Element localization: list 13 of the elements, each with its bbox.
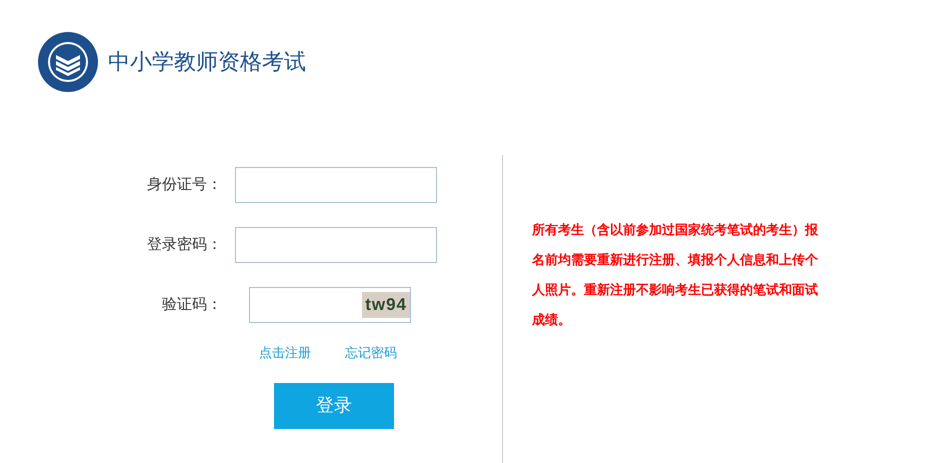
field-label: 登录密码： (146, 234, 222, 255)
field-label: 身份证号： (146, 174, 222, 195)
forgot-password-link[interactable]: 忘记密码 (345, 343, 397, 362)
logo-icon (36, 31, 100, 93)
notice-text: 所有考生（含以前参加过国家统考笔试的考生）报名前均需要重新进行注册、填报个人信息和上传个人照片。重新注册不影响考生已获得的笔试和面试成绩。 (532, 221, 819, 329)
site-title: 中小学教师资格考试 (108, 48, 306, 76)
field-label: 验证码： (161, 294, 222, 315)
password-field[interactable] (235, 227, 437, 263)
captcha-image[interactable]: tw94 (362, 292, 410, 318)
captcha-field[interactable]: tw94 (249, 287, 411, 323)
login-button[interactable]: 登录 (274, 382, 394, 428)
register-link[interactable]: 点击注册 (259, 343, 311, 362)
id-number-field[interactable] (235, 167, 437, 203)
